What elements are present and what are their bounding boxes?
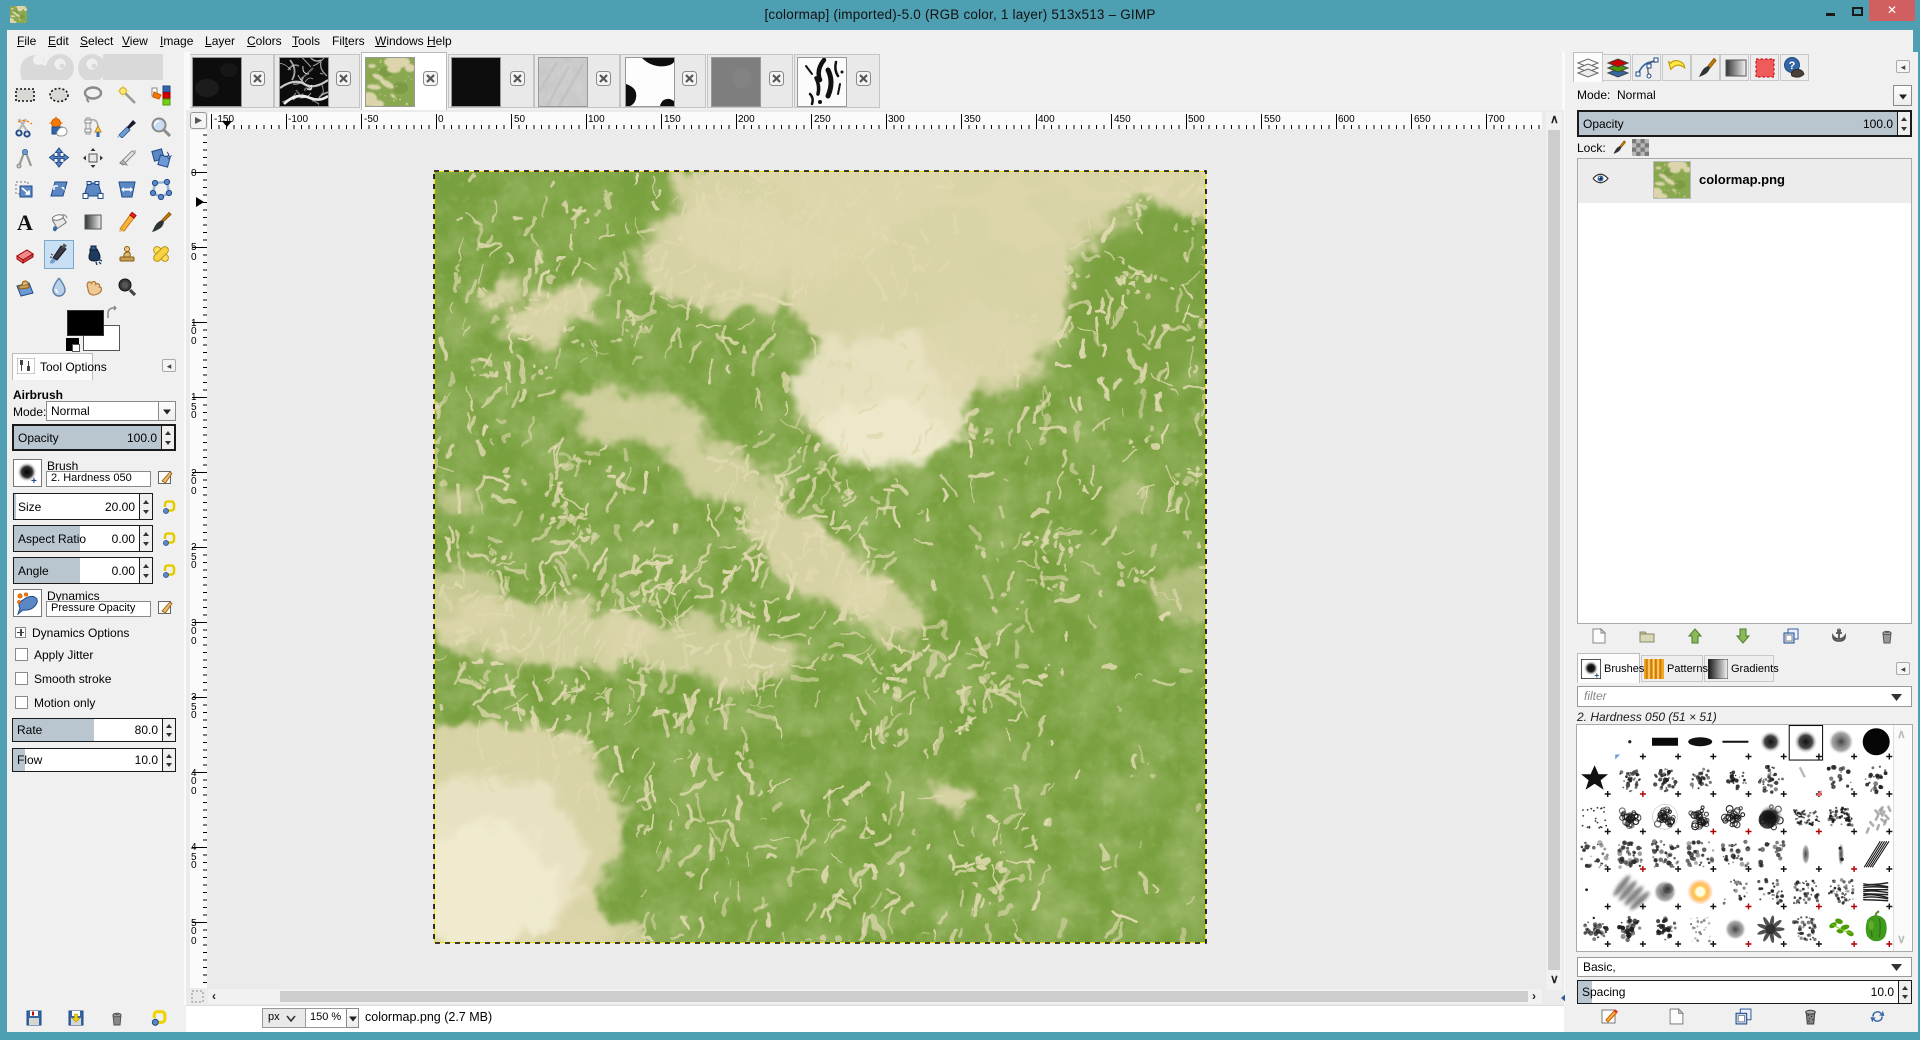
svg-text:400: 400: [1038, 114, 1055, 125]
svg-text:0: 0: [191, 786, 197, 797]
svg-text:50: 50: [514, 114, 526, 125]
svg-text:200: 200: [738, 114, 755, 125]
svg-text:+: +: [31, 476, 37, 485]
svg-text:0: 0: [438, 114, 444, 125]
svg-text:650: 650: [1414, 114, 1431, 125]
svg-text:0: 0: [191, 710, 197, 721]
svg-text:600: 600: [1338, 114, 1355, 125]
svg-text:0: 0: [191, 486, 197, 497]
svg-text:0: 0: [191, 252, 197, 263]
svg-text:-50: -50: [364, 114, 379, 125]
svg-text:100: 100: [588, 114, 605, 125]
svg-text:700: 700: [1488, 114, 1505, 125]
svg-text:A: A: [17, 211, 33, 233]
svg-text:+: +: [1594, 670, 1599, 679]
svg-text:550: 550: [1264, 114, 1281, 125]
svg-text:0: 0: [191, 936, 197, 947]
svg-text:0: 0: [191, 560, 197, 571]
svg-text:0: 0: [191, 860, 197, 871]
svg-text:0: 0: [191, 636, 197, 647]
svg-text:300: 300: [888, 114, 905, 125]
svg-text:500: 500: [1188, 114, 1205, 125]
svg-text:0: 0: [191, 410, 197, 421]
svg-text:150: 150: [664, 114, 681, 125]
svg-text:-100: -100: [288, 114, 308, 125]
svg-text:0: 0: [191, 168, 197, 179]
svg-text:350: 350: [964, 114, 981, 125]
svg-text:0: 0: [191, 336, 197, 347]
svg-text:450: 450: [1114, 114, 1131, 125]
svg-text:250: 250: [814, 114, 831, 125]
